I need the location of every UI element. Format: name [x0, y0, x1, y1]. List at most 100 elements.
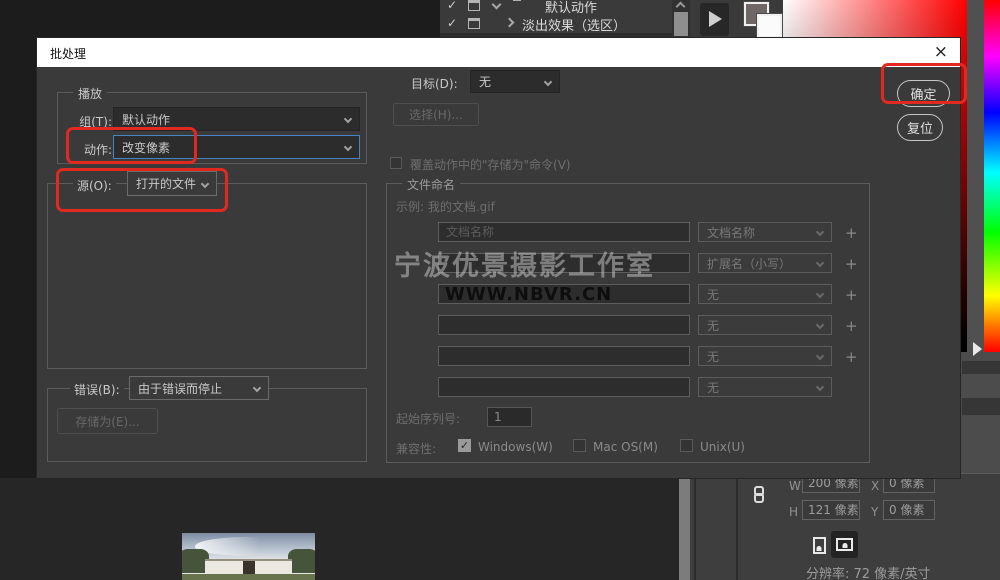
naming-input-5[interactable]	[438, 346, 690, 366]
destination-label: 目标(D):	[411, 75, 458, 92]
link-dimensions-icon[interactable]	[754, 486, 764, 503]
close-icon[interactable]: ×	[934, 42, 948, 62]
landscape-icon	[836, 538, 853, 551]
action-label: 动作:	[70, 141, 112, 158]
naming-input-6[interactable]	[438, 377, 690, 397]
height-label: H	[789, 505, 798, 519]
vertical-scrollbar[interactable]	[679, 478, 690, 580]
y-label: Y	[871, 505, 878, 519]
error-dropdown[interactable]: 由于错误而停止	[129, 376, 269, 400]
source-dropdown-value: 打开的文件	[136, 175, 202, 192]
add-row-icon[interactable]: +	[845, 255, 858, 273]
chevron-down-icon	[201, 179, 209, 187]
choose-button[interactable]: 选择(H)...	[393, 103, 479, 126]
error-dropdown-value: 由于错误而停止	[138, 380, 254, 397]
action-name[interactable]: 淡出效果（选区）	[522, 15, 626, 34]
action-dropdown[interactable]: 改变像素	[113, 135, 360, 159]
x-label: X	[871, 479, 879, 493]
background-color-swatch[interactable]	[757, 14, 782, 38]
naming-input-4[interactable]	[438, 315, 690, 335]
set-dropdown-value: 默认动作	[122, 111, 345, 128]
naming-select-1-value: 文档名称	[707, 224, 817, 241]
naming-select-6[interactable]: 无	[698, 377, 832, 397]
naming-select-3[interactable]: 无	[698, 284, 832, 304]
chevron-down-icon	[816, 228, 824, 236]
modal-toggle-icon[interactable]	[468, 18, 480, 29]
chevron-down-icon	[816, 290, 824, 298]
serial-label: 起始序列号:	[396, 410, 460, 427]
panel-row-fragment	[962, 398, 1000, 415]
add-row-icon[interactable]: +	[845, 348, 858, 366]
height-field[interactable]: 121 像素	[802, 500, 860, 520]
watermark-studio-text: 宁波优景摄影工作室	[394, 244, 655, 283]
set-dropdown[interactable]: 默认动作	[113, 107, 360, 131]
scroll-up-icon[interactable]	[676, 2, 686, 12]
chevron-down-icon	[816, 383, 824, 391]
add-row-icon[interactable]: +	[845, 317, 858, 335]
naming-select-5-value: 无	[707, 348, 817, 365]
chevron-down-icon	[253, 384, 261, 392]
y-field[interactable]: 0 像素	[883, 500, 935, 520]
chevron-down-icon	[344, 115, 352, 123]
expand-chevron-icon[interactable]	[492, 0, 502, 9]
panel-row-fragment	[962, 361, 1000, 374]
add-row-icon[interactable]: +	[845, 286, 858, 304]
hue-slider-pointer-icon[interactable]	[973, 342, 982, 356]
actions-scrollbar[interactable]	[672, 0, 690, 38]
source-group	[47, 183, 367, 369]
action-dropdown-value: 改变像素	[122, 139, 345, 156]
photo-cloud	[195, 537, 301, 556]
naming-select-3-value: 无	[707, 286, 817, 303]
chevron-down-icon	[816, 259, 824, 267]
ok-button[interactable]: 确定	[897, 80, 950, 107]
compat-windows-label: Windows(W)	[478, 440, 553, 454]
chevron-down-icon	[816, 321, 824, 329]
file-naming-example: 示例: 我的文档.gif	[396, 198, 495, 215]
collapsed-chevron-icon[interactable]	[505, 18, 515, 28]
compat-label: 兼容性:	[396, 440, 436, 457]
reset-button[interactable]: 复位	[897, 114, 943, 141]
photo-door	[243, 561, 255, 574]
naming-select-2-value: 扩展名（小写）	[707, 255, 817, 272]
dialog-title: 批处理	[50, 45, 86, 62]
naming-select-4-value: 无	[707, 317, 817, 334]
save-as-button[interactable]: 存储为(E)...	[57, 408, 158, 434]
naming-select-4[interactable]: 无	[698, 315, 832, 335]
hue-slider[interactable]	[984, 0, 1000, 352]
actions-row-fade-effect[interactable]: ✓ 淡出效果（选区）	[440, 13, 673, 32]
add-row-icon[interactable]: +	[845, 224, 858, 242]
serial-field[interactable]: 1	[487, 407, 532, 427]
source-label: 源(O):	[73, 177, 116, 194]
orientation-portrait-button[interactable]	[809, 533, 829, 558]
naming-select-1[interactable]: 文档名称	[698, 222, 832, 242]
play-button[interactable]	[700, 3, 729, 36]
compat-unix-checkbox[interactable]	[680, 439, 693, 452]
play-icon	[709, 11, 722, 27]
item-enabled-check-icon[interactable]: ✓	[447, 16, 457, 30]
size-position-panel: W 200 像素 X 0 像素 H 121 像素 Y 0 像素 分辨率: 72 …	[690, 473, 1000, 580]
scrollbar-thumb[interactable]	[674, 12, 688, 36]
destination-dropdown-value: 无	[479, 73, 545, 90]
compat-macos-checkbox[interactable]	[573, 439, 586, 452]
item-enabled-check-icon[interactable]: ✓	[447, 0, 457, 12]
width-label: W	[789, 479, 801, 493]
dialog-titlebar[interactable]: 批处理 ×	[37, 38, 960, 67]
override-save-as-label: 覆盖动作中的"存储为"命令(V)	[410, 156, 571, 173]
orientation-landscape-button[interactable]	[831, 531, 858, 558]
panel-divider	[694, 474, 696, 580]
override-save-as-checkbox[interactable]	[390, 157, 402, 169]
source-dropdown[interactable]: 打开的文件	[127, 171, 217, 196]
file-naming-legend: 文件命名	[402, 176, 460, 193]
naming-input-1[interactable]	[438, 222, 690, 242]
resolution-text: 分辨率: 72 像素/英寸	[806, 563, 931, 580]
screen: ✓ 默认动作 ✓ 淡出效果（选区） W	[0, 0, 1000, 580]
naming-select-2[interactable]: 扩展名（小写）	[698, 253, 832, 273]
naming-select-6-value: 无	[707, 379, 817, 396]
panel-divider	[736, 474, 738, 580]
destination-dropdown[interactable]: 无	[470, 70, 560, 93]
modal-toggle-icon[interactable]	[468, 0, 480, 11]
picker-panel-background	[967, 0, 984, 360]
compat-windows-checkbox[interactable]: ✓	[458, 439, 471, 452]
chevron-down-icon	[544, 77, 552, 85]
naming-select-5[interactable]: 无	[698, 346, 832, 366]
